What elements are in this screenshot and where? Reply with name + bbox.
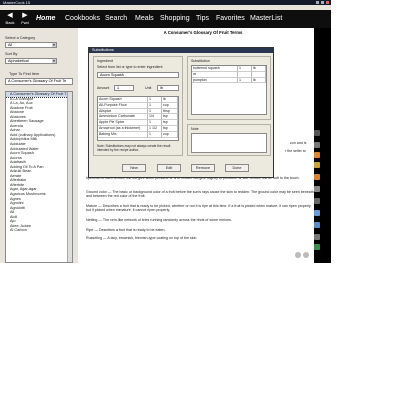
close-button[interactable] — [326, 1, 329, 4]
page-title: A Consumer's Glossary Of Fruit Terms — [163, 30, 243, 35]
category-select[interactable]: All ▼ — [5, 42, 57, 48]
sort-select[interactable]: Alphabetical ▼ — [5, 58, 57, 64]
back-button[interactable]: ◀ Back — [3, 11, 17, 25]
list-scrollbar[interactable] — [67, 92, 72, 262]
ingredient-hint: Select from list or type to enter ingred… — [97, 65, 163, 69]
tab-meals[interactable]: Meals — [135, 15, 154, 23]
maximize-button[interactable] — [321, 1, 324, 4]
list-item[interactable]: Al Carbon — [6, 228, 72, 233]
item-list[interactable]: A Consumer's Glossary Of Fruit T... A La … — [5, 91, 73, 263]
app-icon[interactable] — [314, 152, 320, 158]
ingredient-input[interactable]: Acorn Squash — [97, 72, 179, 78]
amount-input[interactable]: 1 — [114, 85, 134, 91]
content-paragraph: Ripe — Describes a fruit that is ready t… — [86, 228, 166, 232]
scroll-up-button[interactable] — [295, 252, 301, 258]
app-icon[interactable] — [314, 222, 320, 228]
left-panel: Select a Category All ▼ Sort By Alphabet… — [0, 28, 76, 263]
table-cell: pumpkin — [192, 77, 238, 84]
substitution-table[interactable]: butternut squash 1 lb or pumpkin 1 lb — [191, 65, 267, 115]
sort-label: Sort By — [5, 52, 18, 56]
substitution-label: Substitution — [191, 59, 210, 63]
category-label: Select a Category — [5, 36, 36, 40]
scroll-down-button[interactable] — [303, 252, 309, 258]
amount-label: Amount — [97, 86, 110, 90]
app-icon[interactable] — [314, 174, 320, 180]
content-paragraph: Russeting — A lacy, brownish, blemish-ty… — [86, 236, 198, 240]
table-cell: lb — [252, 77, 266, 84]
tab-cookbooks[interactable]: Cookbooks — [65, 15, 100, 23]
substitutions-dialog: Substitutions Ingredient Select from lis… — [88, 47, 274, 178]
app-icon[interactable] — [314, 210, 320, 216]
app-icon[interactable] — [314, 162, 320, 168]
unit-select[interactable]: lb — [157, 85, 179, 91]
list-item[interactable]: A Consumer's Glossary Of Fruit T... — [6, 92, 72, 98]
note-label: Note — [191, 127, 199, 131]
table-cell: Baking Mix — [98, 131, 148, 138]
dialog-title: Substitutions — [89, 48, 273, 53]
table-row[interactable]: pumpkin 1 lb — [192, 77, 266, 84]
table-row[interactable]: Baking Mix 1 cup — [98, 131, 178, 138]
table-cell: 1 — [238, 77, 252, 84]
ingredient-label: Ingredient — [97, 59, 113, 63]
tab-masterlist[interactable]: MasterList — [250, 15, 282, 23]
chevron-down-icon: ▼ — [52, 59, 56, 63]
app-window: MasterCook 15 File Edit Tools Help ◀ Bac… — [0, 0, 331, 263]
app-icon[interactable] — [314, 244, 320, 250]
dock — [312, 130, 322, 260]
unit-label: Unit — [145, 86, 152, 90]
back-arrow-icon: ◀ — [7, 12, 13, 19]
note-textarea[interactable] — [191, 133, 267, 153]
app-icon[interactable] — [314, 198, 320, 204]
tab-home[interactable]: Home — [36, 15, 55, 23]
content-paragraph: Netting — The vein-like network of lines… — [86, 218, 232, 222]
content-paragraph: Ground color — The basic or background c… — [86, 190, 314, 199]
app-icon[interactable] — [314, 234, 320, 240]
app-icon[interactable] — [314, 186, 320, 192]
tab-favorites[interactable]: Favorites — [216, 15, 245, 23]
nav-bar: ◀ Back ▶ Fwd Home Cookbooks Search Meals… — [0, 10, 331, 28]
tab-shopping[interactable]: Shopping — [160, 15, 190, 23]
done-button[interactable]: Done — [225, 164, 249, 172]
app-icon[interactable] — [314, 142, 320, 148]
forward-button[interactable]: ▶ Fwd — [18, 11, 32, 25]
tab-tips[interactable]: Tips — [196, 15, 209, 23]
chevron-down-icon: ▼ — [52, 43, 56, 47]
app-icon[interactable] — [314, 130, 320, 136]
tab-search[interactable]: Search — [105, 15, 127, 23]
forward-arrow-icon: ▶ — [22, 12, 28, 19]
find-label: Type To Find Item — [9, 72, 40, 76]
remove-button[interactable]: Remove — [191, 164, 215, 172]
ingredient-table[interactable]: Acorn Squash 1 lb All-Purpose Flour 1 cup Alls… — [97, 96, 179, 141]
new-button[interactable]: New — [122, 164, 146, 172]
table-cell: 1 — [148, 131, 162, 138]
edit-button[interactable]: Edit — [157, 164, 181, 172]
note-disclaimer: Note: Substitutions may not always creat… — [97, 144, 171, 152]
minimize-button[interactable] — [316, 1, 319, 4]
find-input[interactable]: A Consumer's Glossary Of Fruit Te — [5, 78, 73, 85]
table-cell: cup — [162, 131, 178, 138]
content-paragraph: Mature — Describes a fruit that is ready… — [86, 204, 312, 213]
